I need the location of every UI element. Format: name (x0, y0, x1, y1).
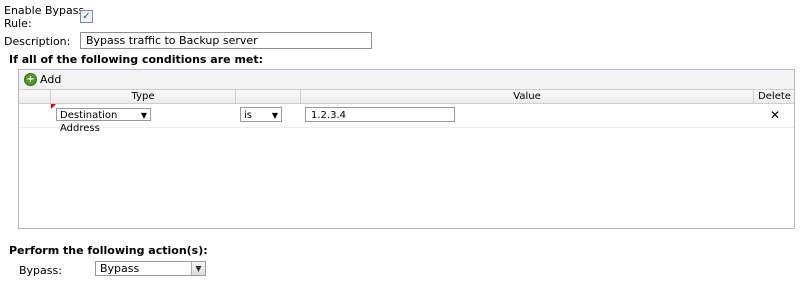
table-row: Destination Address ▼ is ▼ 1.2.3.4 ✕ (19, 104, 794, 134)
bypass-label: Bypass: (19, 264, 62, 277)
column-header-operator[interactable] (236, 90, 301, 103)
column-header-type[interactable]: Type (51, 90, 236, 103)
add-icon: + (24, 73, 37, 86)
delete-icon[interactable]: ✕ (770, 109, 780, 121)
add-condition-button[interactable]: + Add (24, 73, 61, 86)
checkmark-icon: ✓ (82, 10, 91, 22)
bypass-select[interactable]: Bypass ▼ (95, 261, 206, 276)
add-button-label: Add (40, 73, 62, 86)
description-input[interactable]: Bypass traffic to Backup server (80, 32, 372, 49)
grid-header: Type Value Delete (19, 90, 794, 104)
column-header-value[interactable]: Value (301, 90, 754, 103)
operator-select-value: is (244, 110, 252, 121)
actions-title: Perform the following action(s): (9, 244, 208, 257)
dropdown-arrow-icon: ▼ (271, 111, 278, 120)
enable-bypass-label: Enable Bypass Rule: (4, 4, 84, 30)
header-spacer (19, 90, 51, 103)
enable-bypass-label-line2: Rule: (4, 17, 32, 30)
column-header-delete: Delete (758, 91, 791, 102)
grid-toolbar: + Add (19, 70, 794, 90)
operator-select[interactable]: is ▼ (240, 107, 282, 122)
enable-bypass-checkbox[interactable]: ✓ (80, 10, 93, 23)
conditions-title: If all of the following conditions are m… (9, 53, 264, 66)
description-label: Description: (4, 35, 71, 48)
type-select-value: Destination Address (60, 110, 118, 134)
bypass-select-value: Bypass (100, 262, 140, 275)
dropdown-arrow-icon: ▼ (140, 111, 147, 120)
conditions-grid: + Add Type Value Delete Destination Addr… (18, 69, 795, 229)
type-select[interactable]: Destination Address ▼ (56, 108, 151, 134)
chevron-down-icon[interactable]: ▼ (191, 262, 205, 275)
value-input[interactable]: 1.2.3.4 (305, 107, 455, 122)
enable-bypass-label-line1: Enable Bypass (4, 4, 85, 17)
